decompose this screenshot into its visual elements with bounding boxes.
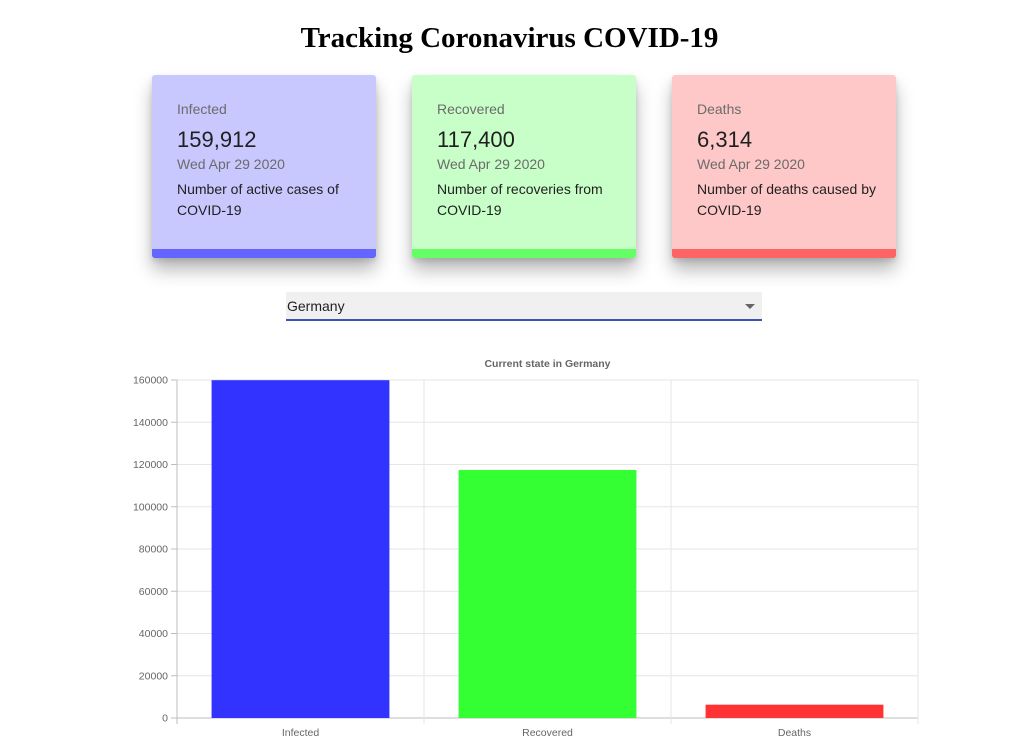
dropdown-arrow-icon[interactable]: [745, 304, 755, 309]
card-description: Number of active cases of COVID-19: [177, 181, 339, 218]
card-description: Number of recoveries from COVID-19: [437, 181, 603, 218]
country-select-value: Germany: [287, 298, 345, 314]
y-tick-label: 160000: [133, 375, 168, 387]
y-tick-label: 100000: [133, 501, 168, 513]
y-tick-label: 0: [162, 713, 168, 725]
y-tick-label: 140000: [133, 417, 168, 429]
x-tick-label: Deaths: [778, 727, 811, 739]
x-tick-label: Recovered: [522, 727, 573, 739]
card-count: 159,912: [177, 127, 257, 152]
y-tick-label: 60000: [139, 586, 168, 598]
x-tick-label: Infected: [282, 727, 320, 739]
y-tick-label: 20000: [139, 670, 168, 682]
bar-chart: Current state in Germany 0 20000 40000 60000…: [133, 358, 919, 739]
deaths-card: Deaths 6,314 Wed Apr 29 2020 Number of d…: [672, 75, 896, 258]
card-label: Infected: [177, 101, 227, 117]
card-count: 117,400: [437, 127, 515, 152]
recovered-card: Recovered 117,400 Wed Apr 29 2020 Number…: [412, 75, 636, 258]
bar-recovered: [458, 469, 637, 718]
bar-infected: [211, 380, 390, 718]
infected-card: Infected 159,912 Wed Apr 29 2020 Number …: [152, 75, 376, 258]
card-label: Recovered: [437, 101, 505, 117]
country-select[interactable]: Germany: [286, 292, 762, 321]
card-description: Number of deaths caused by COVID-19: [697, 181, 876, 218]
card-accent-bar: [412, 249, 636, 258]
card-label: Deaths: [697, 101, 742, 117]
card-accent-bar: [152, 249, 376, 258]
card-date: Wed Apr 29 2020: [437, 156, 545, 172]
y-tick-label: 40000: [139, 628, 168, 640]
card-date: Wed Apr 29 2020: [697, 156, 805, 172]
y-tick-label: 120000: [133, 459, 168, 471]
card-date: Wed Apr 29 2020: [177, 156, 285, 172]
y-tick-label: 80000: [139, 544, 168, 556]
page-title: Tracking Coronavirus COVID-19: [300, 22, 719, 54]
chart-title: Current state in Germany: [484, 358, 610, 370]
card-accent-bar: [672, 249, 896, 258]
bar-deaths: [705, 704, 884, 718]
card-count: 6,314: [697, 127, 753, 152]
